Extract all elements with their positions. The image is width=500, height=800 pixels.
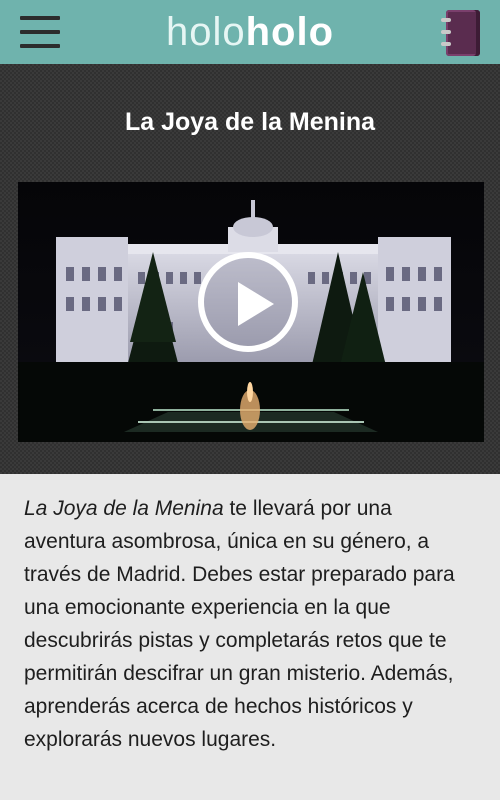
notebook-ring bbox=[441, 30, 451, 34]
description-body: te llevará por una aventura asombrosa, ú… bbox=[24, 497, 455, 751]
logo-light-text: holo bbox=[165, 10, 246, 54]
app-logo: holoholo bbox=[0, 8, 500, 56]
app-header: holoholo bbox=[0, 0, 500, 64]
video-player[interactable] bbox=[18, 182, 484, 442]
notebook-ring bbox=[441, 42, 451, 46]
logo-bold-text: holo bbox=[245, 10, 335, 54]
play-triangle bbox=[238, 282, 274, 326]
play-icon[interactable] bbox=[198, 252, 298, 352]
description-text: La Joya de la Menina te llevará por una … bbox=[0, 474, 500, 756]
description-title-ref: La Joya de la Menina bbox=[24, 497, 224, 520]
hero-section: La Joya de la Menina bbox=[0, 64, 500, 474]
page-title: La Joya de la Menina bbox=[124, 108, 376, 136]
notebook-ring bbox=[441, 18, 451, 22]
notebook-icon[interactable] bbox=[441, 10, 480, 56]
